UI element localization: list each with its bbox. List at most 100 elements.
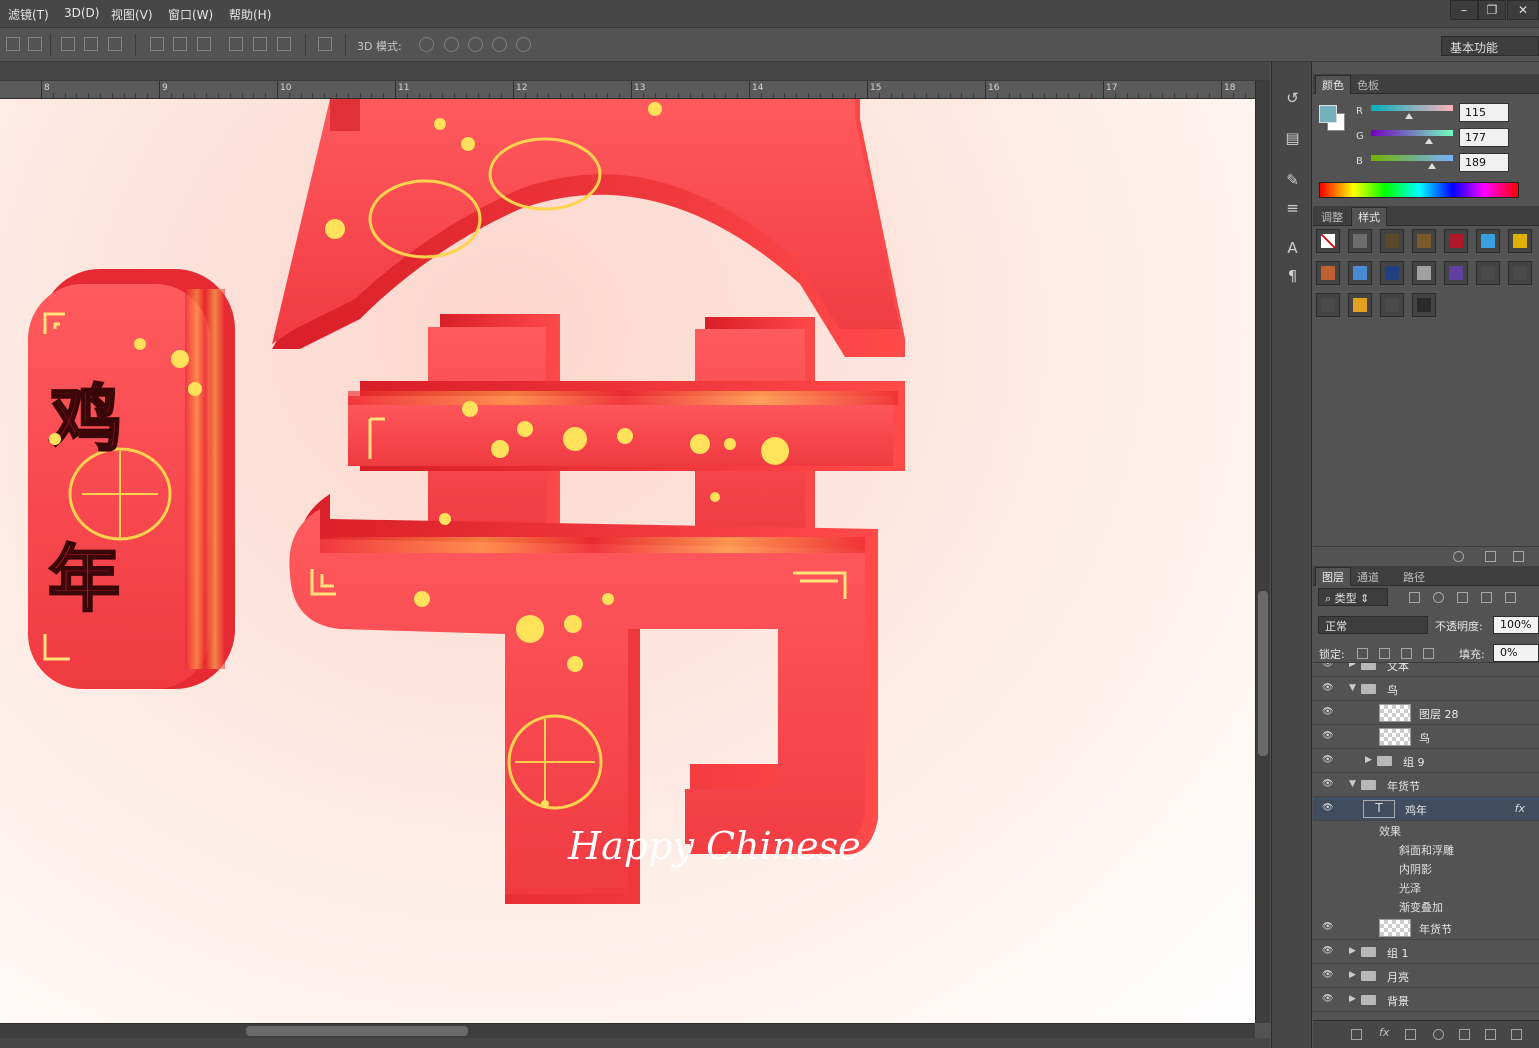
restore-button[interactable]: ❐ [1478, 0, 1506, 20]
layer-row[interactable]: 👁 ▶ 组 1 [1313, 940, 1539, 964]
menu-help[interactable]: 帮助(H) [229, 6, 271, 23]
style-preset[interactable] [1508, 229, 1532, 253]
lock-pixels-icon[interactable] [1379, 648, 1390, 659]
align-bottom-icon[interactable] [108, 37, 122, 51]
close-button[interactable]: ✕ [1507, 0, 1539, 20]
add-mask-icon[interactable] [1405, 1029, 1416, 1040]
group-toggle-icon[interactable]: ▶ [1349, 970, 1356, 980]
style-preset[interactable] [1316, 229, 1340, 253]
clear-style-icon[interactable] [1453, 551, 1464, 562]
delete-style-icon[interactable] [1513, 551, 1524, 562]
style-preset[interactable] [1444, 261, 1468, 285]
tab-channels[interactable]: 通道 [1351, 568, 1385, 586]
align-left-icon[interactable] [6, 37, 20, 51]
link-layers-icon[interactable] [1351, 1029, 1362, 1040]
style-preset[interactable] [1316, 293, 1340, 317]
layer-row[interactable]: 👁 ▼ 鸟 [1313, 677, 1539, 701]
new-group-icon[interactable] [1459, 1029, 1470, 1040]
filter-pixel-icon[interactable] [1409, 592, 1420, 603]
3d-roll-icon[interactable] [444, 37, 459, 52]
channel-b-slider[interactable] [1371, 155, 1453, 161]
lock-all-icon[interactable] [1423, 648, 1434, 659]
tab-swatches[interactable]: 色板 [1351, 76, 1385, 94]
channel-r-value[interactable]: 115 [1459, 103, 1509, 122]
visibility-eye-icon[interactable]: 👁 [1322, 755, 1334, 765]
style-preset[interactable] [1380, 229, 1404, 253]
filter-shape-icon[interactable] [1481, 592, 1492, 603]
distribute-center-icon[interactable] [253, 37, 267, 51]
tab-paths[interactable]: 路径 [1397, 568, 1431, 586]
opacity-input[interactable]: 100% [1493, 616, 1539, 634]
effect-item[interactable]: 斜面和浮雕 [1313, 840, 1539, 859]
layer-filter-select[interactable]: ⌕ 类型 ⇕ [1318, 588, 1388, 606]
3d-pan-icon[interactable] [468, 37, 483, 52]
channel-g-thumb[interactable] [1425, 138, 1433, 144]
tab-color[interactable]: 颜色 [1315, 75, 1351, 94]
visibility-eye-icon[interactable]: 👁 [1322, 946, 1334, 956]
layer-fx-badge[interactable]: fx [1515, 802, 1525, 815]
filter-adjustment-icon[interactable] [1433, 592, 1444, 603]
distribute-bottom-icon[interactable] [197, 37, 211, 51]
align-top-icon[interactable] [61, 37, 75, 51]
horizontal-ruler[interactable]: 8 9 10 11 12 13 14 15 16 17 18 [0, 81, 1255, 99]
channel-r-thumb[interactable] [1405, 113, 1413, 119]
layer-row[interactable]: 👁 年货节 [1313, 916, 1539, 940]
actions-icon[interactable]: ▤ [1284, 130, 1301, 147]
style-preset[interactable] [1508, 261, 1532, 285]
layer-row[interactable]: 👁 ▼ 年货节 [1313, 773, 1539, 797]
style-preset[interactable] [1348, 293, 1372, 317]
new-adjustment-icon[interactable] [1433, 1029, 1444, 1040]
brush-icon[interactable]: ✎ [1284, 172, 1301, 189]
vertical-scrollbar[interactable] [1255, 81, 1270, 1023]
group-toggle-icon[interactable]: ▼ [1349, 779, 1356, 789]
group-toggle-icon[interactable]: ▶ [1349, 994, 1356, 1004]
layer-row[interactable]: 👁 ▶ 文本 [1313, 663, 1539, 677]
style-preset[interactable] [1476, 261, 1500, 285]
align-center-icon[interactable] [28, 37, 42, 51]
character-icon[interactable]: A [1284, 240, 1301, 257]
blend-mode-select[interactable]: 正常 [1318, 616, 1428, 634]
visibility-eye-icon[interactable]: 👁 [1322, 803, 1334, 813]
distribute-top-icon[interactable] [150, 37, 164, 51]
3d-rotate-icon[interactable] [419, 37, 434, 52]
brush-presets-icon[interactable]: ≡ [1284, 200, 1301, 217]
workspace-switcher[interactable]: 基本功能 [1441, 36, 1539, 56]
paragraph-icon[interactable]: ¶ [1284, 268, 1301, 285]
group-toggle-icon[interactable]: ▶ [1365, 755, 1372, 765]
visibility-eye-icon[interactable]: 👁 [1322, 663, 1334, 669]
layer-row[interactable]: 👁 T 鸡年 fx [1313, 797, 1539, 821]
visibility-eye-icon[interactable]: 👁 [1322, 922, 1334, 932]
visibility-eye-icon[interactable]: 👁 [1322, 707, 1334, 717]
layer-row[interactable]: 👁 ▶ 月亮 [1313, 964, 1539, 988]
horizontal-scrollbar[interactable] [0, 1023, 1255, 1038]
style-preset[interactable] [1412, 293, 1436, 317]
style-preset[interactable] [1476, 229, 1500, 253]
lock-position-icon[interactable] [1401, 648, 1412, 659]
color-spectrum-bar[interactable] [1319, 182, 1519, 198]
effect-item[interactable]: 渐变叠加 [1313, 897, 1539, 916]
menu-view[interactable]: 视图(V) [111, 6, 153, 23]
history-icon[interactable]: ↺ [1284, 90, 1301, 107]
style-preset[interactable] [1380, 261, 1404, 285]
distribute-middle-icon[interactable] [173, 37, 187, 51]
effects-header[interactable]: 效果 [1313, 821, 1539, 840]
fill-input[interactable]: 0% [1493, 644, 1539, 662]
foreground-color-swatch[interactable] [1319, 105, 1337, 123]
layer-row[interactable]: 👁 ▶ 组 9 [1313, 749, 1539, 773]
new-layer-icon[interactable] [1485, 1029, 1496, 1040]
vertical-scroll-thumb[interactable] [1258, 591, 1268, 756]
menu-window[interactable]: 窗口(W) [168, 6, 213, 23]
add-style-icon[interactable]: fx [1379, 1026, 1390, 1039]
lock-transparent-icon[interactable] [1357, 648, 1368, 659]
style-preset[interactable] [1412, 261, 1436, 285]
channel-g-slider[interactable] [1371, 130, 1453, 136]
style-preset[interactable] [1348, 229, 1372, 253]
layer-row[interactable]: 👁 图层 28 [1313, 701, 1539, 725]
delete-layer-icon[interactable] [1511, 1029, 1522, 1040]
channel-b-thumb[interactable] [1428, 163, 1436, 169]
menu-3d[interactable]: 3D(D) [64, 6, 99, 20]
visibility-eye-icon[interactable]: 👁 [1322, 683, 1334, 693]
channel-b-value[interactable]: 189 [1459, 153, 1509, 172]
visibility-eye-icon[interactable]: 👁 [1322, 994, 1334, 1004]
minimize-button[interactable]: – [1450, 0, 1478, 20]
